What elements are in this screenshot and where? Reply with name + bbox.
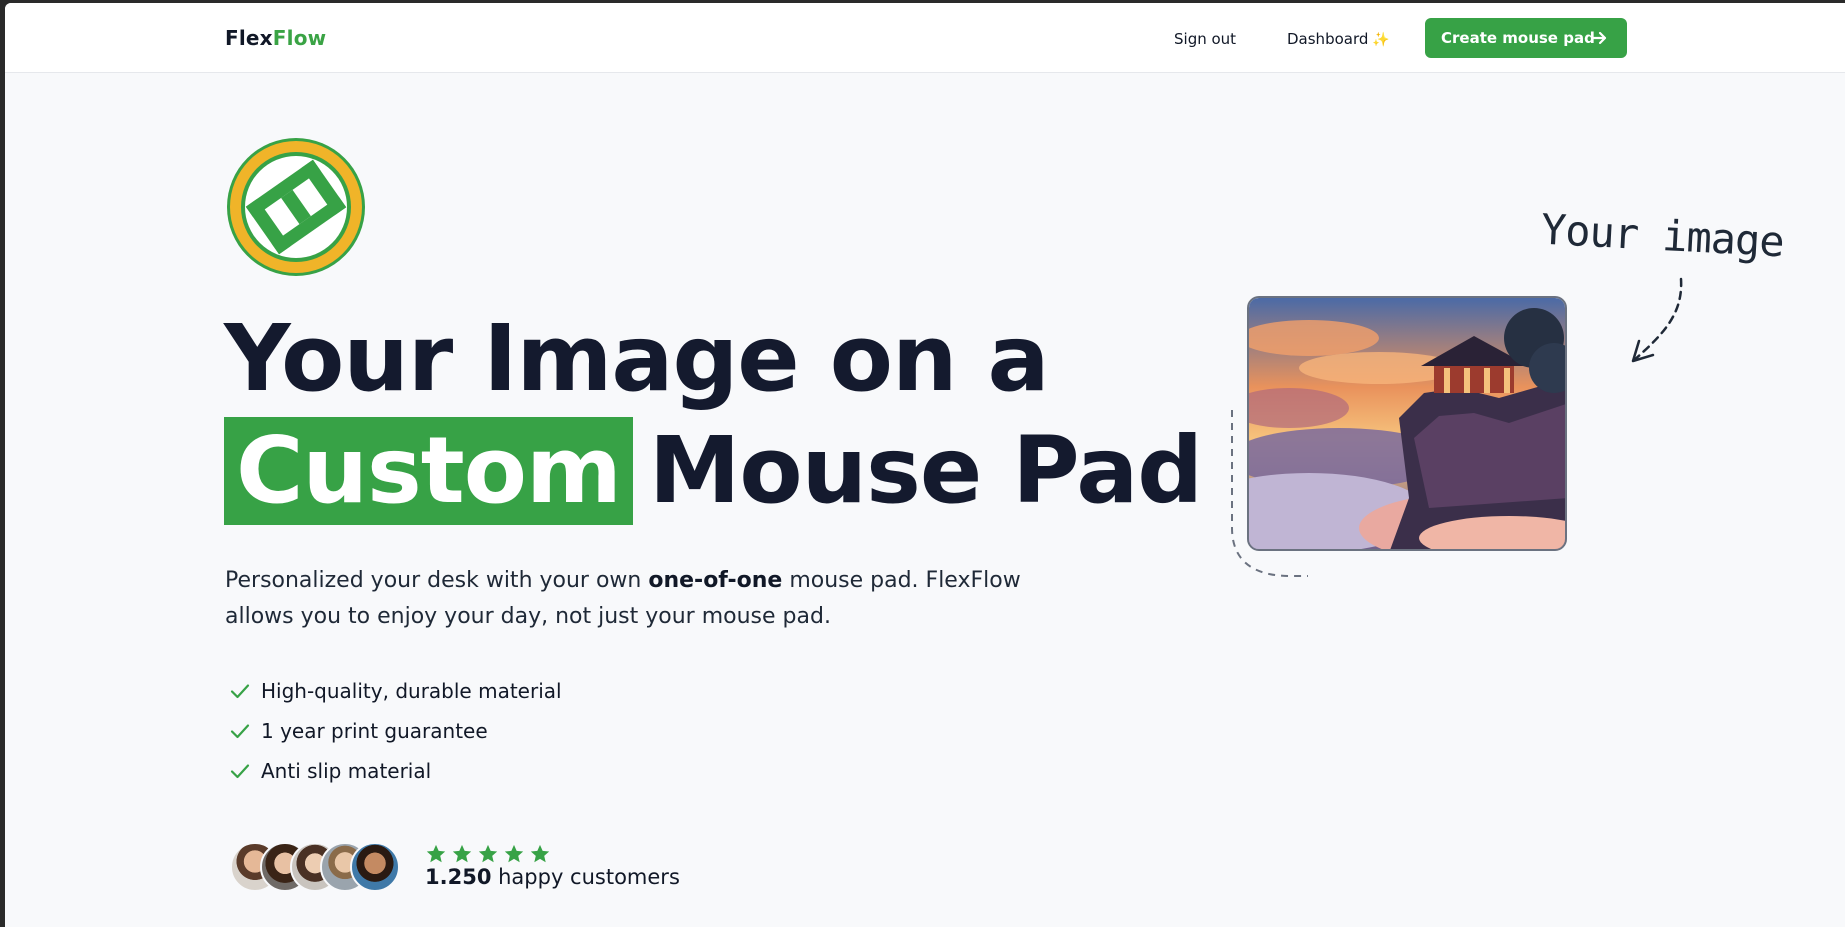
- feature-label: High-quality, durable material: [261, 679, 562, 703]
- create-mouse-pad-button[interactable]: Create mouse pad: [1425, 18, 1627, 58]
- customers-label: happy customers: [491, 865, 680, 889]
- decorative-dashed-corner: [1231, 410, 1308, 577]
- star-icon: [426, 844, 446, 863]
- create-mouse-pad-label: Create mouse pad: [1441, 29, 1595, 47]
- feature-item: High-quality, durable material: [229, 671, 562, 711]
- check-icon: [230, 764, 250, 779]
- dashboard-link[interactable]: Dashboard ✨: [1287, 30, 1390, 48]
- flexflow-logo-icon: [227, 138, 365, 276]
- hand-drawn-arrow-icon: [1631, 277, 1683, 363]
- brand-part-flow: Flow: [272, 26, 327, 50]
- sparkles-icon: ✨: [1372, 32, 1390, 48]
- star-icon: [504, 844, 524, 863]
- sign-out-link[interactable]: Sign out: [1174, 30, 1236, 48]
- headline-highlight: Custom: [224, 417, 633, 525]
- feature-item: Anti slip material: [229, 751, 562, 791]
- dashboard-label: Dashboard: [1287, 30, 1369, 48]
- arrow-right-icon: [1590, 31, 1607, 45]
- feature-label: Anti slip material: [261, 759, 432, 783]
- hero-headline: Your Image on a Custom Mouse Pad: [224, 303, 1203, 527]
- hero-subtitle: Personalized your desk with your own one…: [225, 563, 1045, 635]
- customer-avatars: [230, 842, 405, 894]
- feature-label: 1 year print guarantee: [261, 719, 488, 743]
- headline-line-1: Your Image on a: [224, 305, 1050, 412]
- headline-line-2: Custom Mouse Pad: [224, 415, 1203, 527]
- feature-item: 1 year print guarantee: [229, 711, 562, 751]
- check-icon: [230, 724, 250, 739]
- rating-stars: [425, 843, 551, 865]
- subtitle-part-1: Personalized your desk with your own: [225, 568, 649, 593]
- feature-list: High-quality, durable material 1 year pr…: [229, 671, 562, 791]
- customers-count: 1.250: [425, 865, 492, 889]
- avatar: [350, 842, 400, 892]
- star-icon: [530, 844, 550, 863]
- browser-window: FlexFlow Sign out Dashboard ✨ Create mous…: [5, 3, 1845, 927]
- your-image-annotation: Your image: [1539, 204, 1785, 267]
- brand-part-flex: Flex: [225, 26, 273, 50]
- check-icon: [230, 684, 250, 699]
- subtitle-bold: one-of-one: [648, 568, 783, 593]
- brand-logo-text[interactable]: FlexFlow: [225, 26, 326, 50]
- happy-customers-text: 1.250 happy customers: [425, 865, 680, 889]
- top-nav: FlexFlow Sign out Dashboard ✨ Create mous…: [5, 3, 1845, 73]
- star-icon: [452, 844, 472, 863]
- star-icon: [478, 844, 498, 863]
- headline-line-2-rest: Mouse Pad: [648, 417, 1203, 524]
